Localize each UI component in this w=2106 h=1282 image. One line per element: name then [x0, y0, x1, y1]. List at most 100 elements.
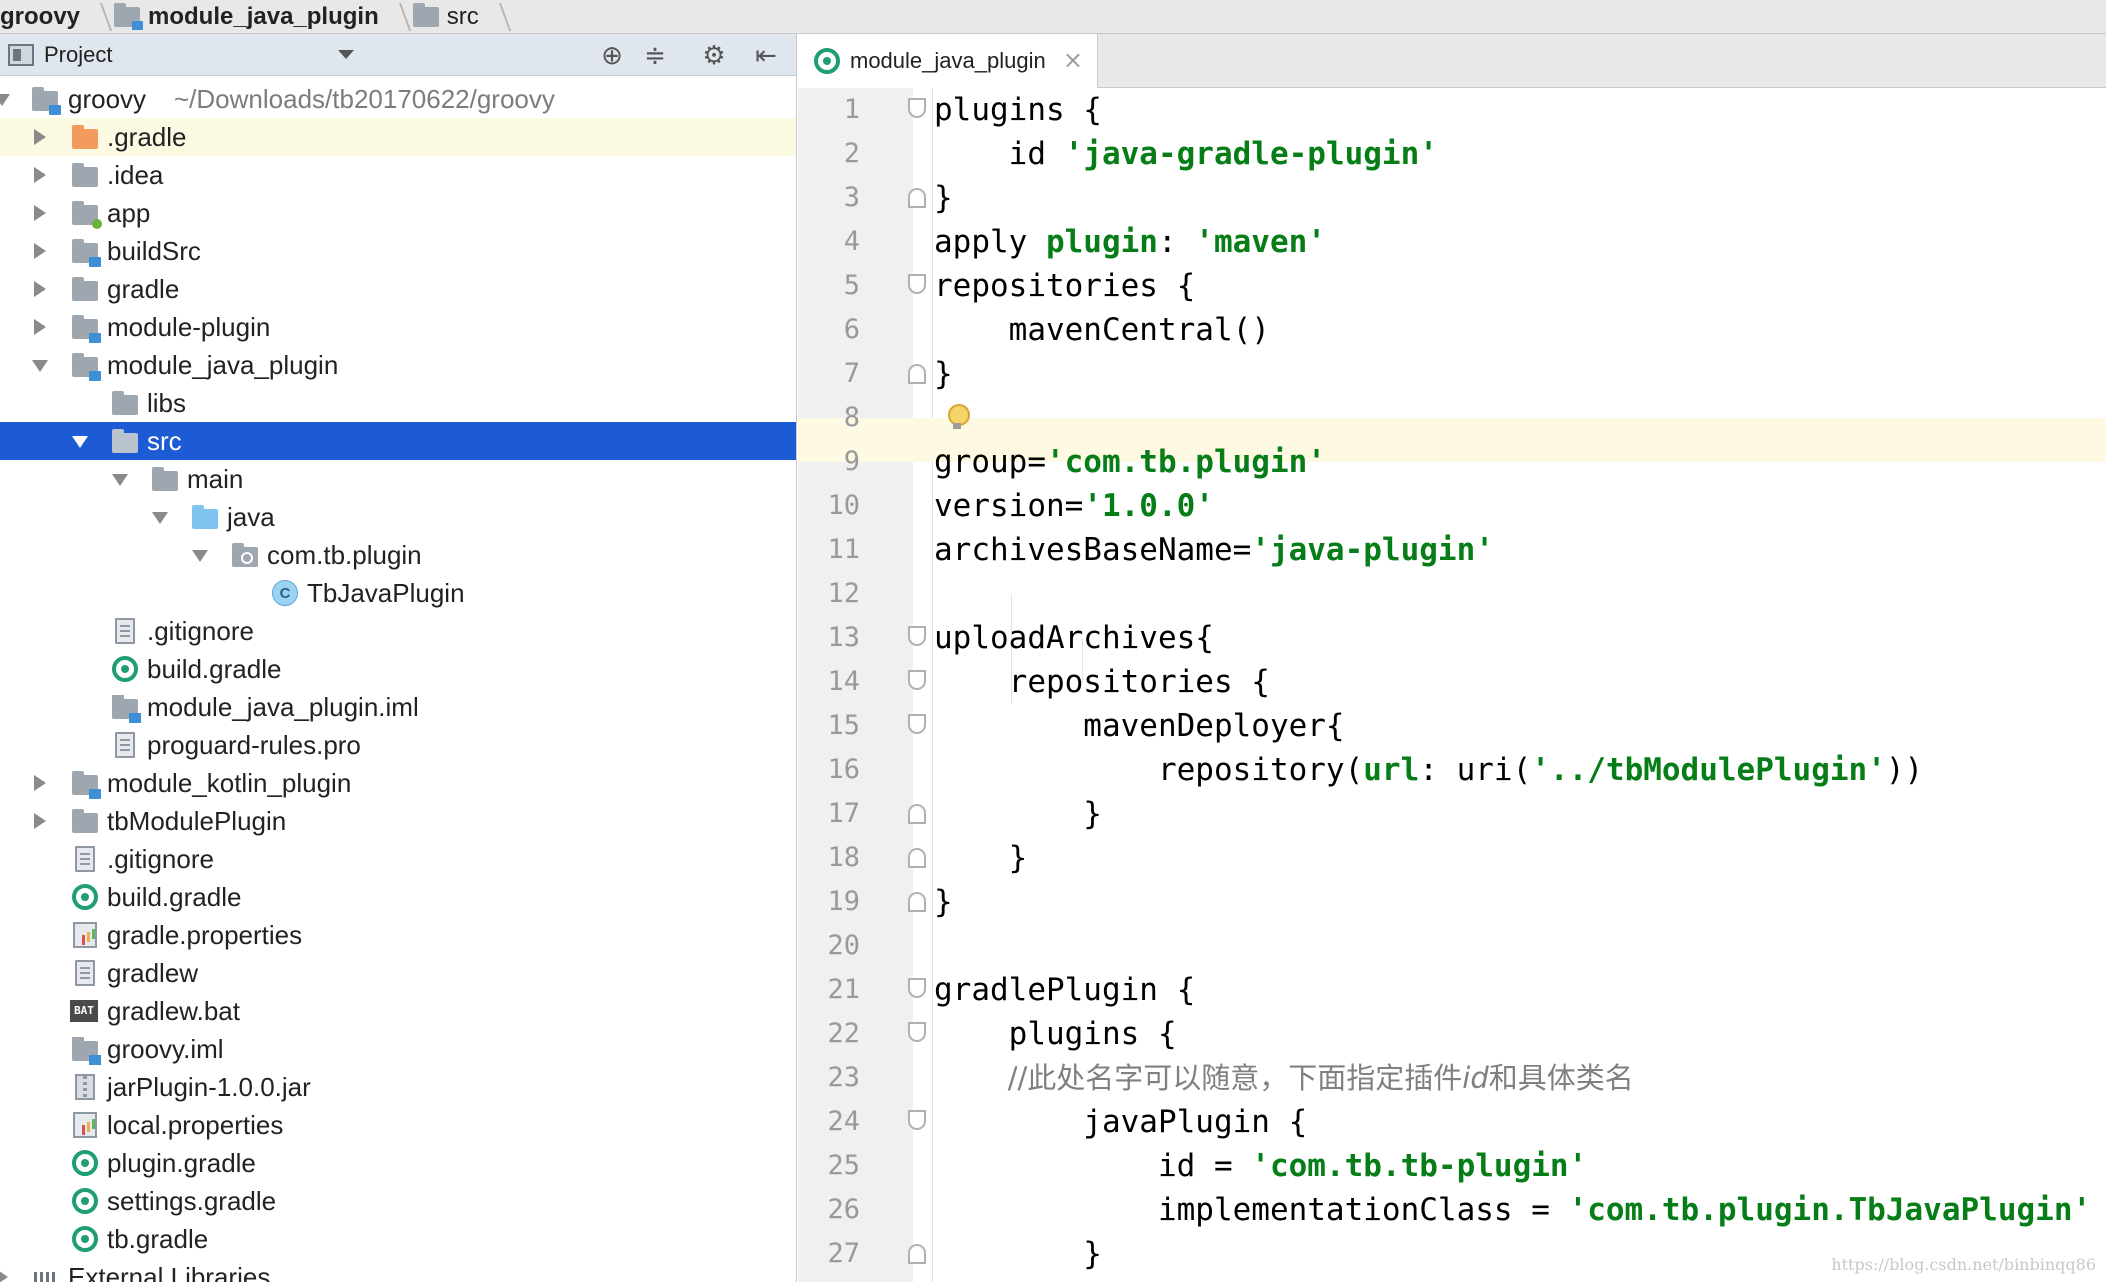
tree-item-tbmoduleplugin[interactable]: tbModulePlugin [0, 802, 796, 840]
tree-item-module-java-plugin[interactable]: module_java_plugin [0, 346, 796, 384]
fold-marker-icon[interactable] [908, 892, 926, 912]
tree-item-build-gradle-root[interactable]: build.gradle [0, 878, 796, 916]
line-number: 12 [827, 578, 860, 609]
module-folder-icon [72, 353, 101, 381]
fold-marker-icon[interactable] [908, 848, 926, 868]
tree-item-module-iml[interactable]: module_java_plugin.iml [0, 688, 796, 726]
line-number: 10 [827, 490, 860, 521]
tree-item-tbjavaplugin[interactable]: C TbJavaPlugin [0, 574, 796, 612]
expand-arrow-icon[interactable] [112, 474, 128, 486]
fold-marker-icon[interactable] [908, 1022, 926, 1042]
tree-item-module-plugin[interactable]: module-plugin [0, 308, 796, 346]
collapse-arrow-icon[interactable] [34, 775, 46, 791]
settings-icon[interactable]: ⚙ [700, 42, 728, 70]
fold-marker-icon[interactable] [908, 1110, 926, 1130]
library-icon [32, 1266, 58, 1282]
breadcrumb-item-src[interactable]: src [412, 0, 513, 34]
tree-item-groovy-iml[interactable]: groovy.iml [0, 1030, 796, 1068]
hide-panel-icon[interactable]: ⇤ [752, 42, 780, 70]
expand-arrow-icon[interactable] [72, 436, 88, 448]
fold-marker-icon[interactable] [908, 978, 926, 998]
fold-marker-icon[interactable] [908, 714, 926, 734]
tree-item-module-kotlin-plugin[interactable]: module_kotlin_plugin [0, 764, 796, 802]
tree-item-settings-gradle[interactable]: settings.gradle [0, 1182, 796, 1220]
breadcrumb-label: module_java_plugin [148, 2, 379, 30]
tree-item-gitignore-root[interactable]: .gitignore [0, 840, 796, 878]
project-view-selector[interactable]: Project [44, 42, 112, 68]
collapse-all-icon[interactable]: ≑ [641, 42, 669, 70]
tree-item-gradle-properties[interactable]: gradle.properties [0, 916, 796, 954]
tree-item-label: build.gradle [147, 653, 282, 684]
line-number: 9 [843, 446, 860, 477]
line-number: 8 [843, 402, 860, 433]
tree-item-buildsrc[interactable]: buildSrc [0, 232, 796, 270]
tree-item-package[interactable]: com.tb.plugin [0, 536, 796, 574]
tree-item-local-properties[interactable]: local.properties [0, 1106, 796, 1144]
tree-item-proguard[interactable]: proguard-rules.pro [0, 726, 796, 764]
breadcrumb-item-module-java-plugin[interactable]: module_java_plugin [114, 0, 413, 34]
lightbulb-icon[interactable] [946, 404, 970, 432]
tree-item-jar[interactable]: jarPlugin-1.0.0.jar [0, 1068, 796, 1106]
tree-item-app[interactable]: app [0, 194, 796, 232]
gradle-file-icon [112, 656, 138, 682]
line-number: 14 [827, 666, 860, 697]
expand-arrow-icon[interactable] [152, 512, 168, 524]
code-line: implementationClass = 'com.tb.plugin.TbJ… [934, 1192, 2092, 1228]
tree-item-src[interactable]: src [0, 422, 796, 460]
collapse-arrow-icon[interactable] [34, 167, 46, 183]
gradle-file-icon [814, 48, 840, 74]
chevron-down-icon[interactable] [338, 50, 354, 59]
tree-item-label: gradlew.bat [107, 995, 240, 1026]
fold-marker-icon[interactable] [908, 274, 926, 294]
collapse-arrow-icon[interactable] [34, 243, 46, 259]
code-line: } [934, 180, 953, 216]
tree-item-label: java [227, 501, 275, 532]
line-number: 26 [827, 1194, 860, 1225]
collapse-arrow-icon[interactable] [34, 129, 46, 145]
tree-item-label: plugin.gradle [107, 1147, 256, 1178]
line-number: 18 [827, 842, 860, 873]
tree-item-gradlew-bat[interactable]: BAT gradlew.bat [0, 992, 796, 1030]
editor-tab-build-gradle[interactable]: module_java_plugin × [798, 34, 1098, 88]
tree-item-build-gradle-module[interactable]: build.gradle [0, 650, 796, 688]
tree-item-gradlew[interactable]: gradlew [0, 954, 796, 992]
line-number: 6 [843, 314, 860, 345]
fold-marker-icon[interactable] [908, 804, 926, 824]
text-file-icon [115, 618, 135, 644]
breadcrumb-item-groovy[interactable]: groovy [0, 0, 114, 34]
close-icon[interactable]: × [1063, 46, 1083, 74]
tree-item-main[interactable]: main [0, 460, 796, 498]
fold-marker-icon[interactable] [908, 364, 926, 384]
fold-marker-icon[interactable] [908, 1244, 926, 1264]
fold-marker-icon[interactable] [908, 98, 926, 118]
tree-item-java[interactable]: java [0, 498, 796, 536]
collapse-arrow-icon[interactable] [34, 205, 46, 221]
code-editor[interactable]: 1 2 3 4 5 6 7 8 9 10 11 12 13 14 15 16 1… [798, 88, 2106, 1282]
tree-item-label: .gradle [107, 121, 187, 152]
tree-item-plugin-gradle[interactable]: plugin.gradle [0, 1144, 796, 1182]
expand-arrow-icon[interactable] [0, 94, 10, 106]
tree-item-root[interactable]: groovy ~/Downloads/tb20170622/groovy [0, 80, 796, 118]
tree-item-gradle[interactable]: gradle [0, 270, 796, 308]
collapse-arrow-icon[interactable] [34, 319, 46, 335]
collapse-arrow-icon[interactable] [34, 281, 46, 297]
expand-arrow-icon[interactable] [192, 550, 208, 562]
tree-item-gitignore-module[interactable]: .gitignore [0, 612, 796, 650]
folder-icon [112, 429, 138, 453]
fold-marker-icon[interactable] [908, 670, 926, 690]
expand-arrow-icon[interactable] [32, 360, 48, 372]
text-file-icon [75, 846, 95, 872]
tree-item-gradle-dir[interactable]: .gradle [0, 118, 796, 156]
fold-marker-icon[interactable] [908, 626, 926, 646]
collapse-arrow-icon[interactable] [0, 1269, 8, 1282]
collapse-arrow-icon[interactable] [34, 813, 46, 829]
tree-item-tb-gradle[interactable]: tb.gradle [0, 1220, 796, 1258]
code-line: repositories { [934, 664, 1270, 700]
tree-item-idea[interactable]: .idea [0, 156, 796, 194]
tree-item-external-libraries[interactable]: External Libraries [0, 1258, 796, 1282]
tree-item-libs[interactable]: libs [0, 384, 796, 422]
gradle-file-icon [72, 884, 98, 910]
tree-item-label: tb.gradle [107, 1223, 209, 1254]
fold-marker-icon[interactable] [908, 188, 926, 208]
locate-icon[interactable]: ⊕ [598, 42, 626, 70]
